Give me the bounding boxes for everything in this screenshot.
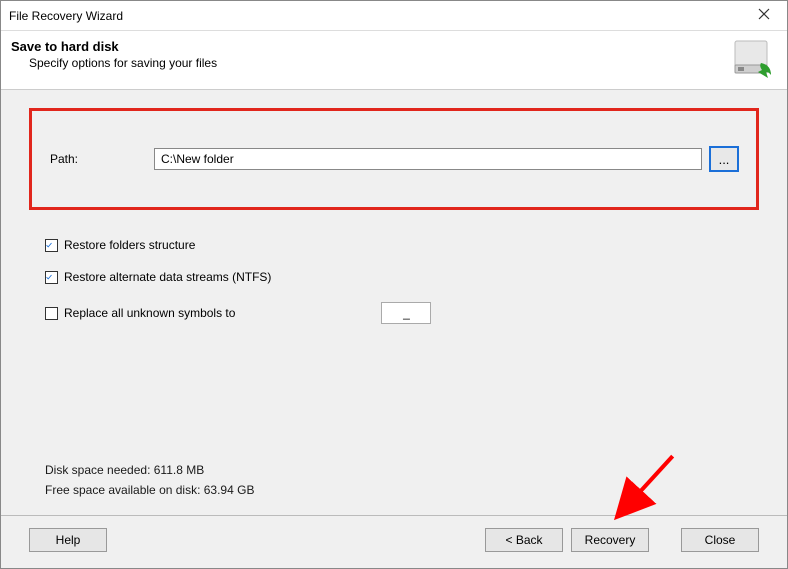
path-label: Path: (50, 152, 146, 166)
restore-folders-label: Restore folders structure (64, 238, 195, 252)
button-bar: Help < Back Recovery Close (29, 528, 759, 558)
replace-symbols-row: Replace all unknown symbols to (45, 302, 759, 324)
close-icon (758, 8, 770, 23)
replace-symbols-input[interactable] (381, 302, 431, 324)
restore-ads-row: Restore alternate data streams (NTFS) (45, 270, 759, 284)
separator (1, 515, 787, 516)
restore-ads-label: Restore alternate data streams (NTFS) (64, 270, 271, 284)
browse-button[interactable]: ... (710, 147, 738, 171)
path-input[interactable] (154, 148, 702, 170)
back-button[interactable]: < Back (485, 528, 563, 552)
disk-space-needed: Disk space needed: 611.8 MB (45, 463, 759, 477)
page-heading: Save to hard disk (11, 39, 217, 54)
disk-info: Disk space needed: 611.8 MB Free space a… (45, 463, 759, 503)
hard-disk-icon (729, 37, 777, 81)
restore-folders-checkbox[interactable] (45, 239, 58, 252)
replace-symbols-label: Replace all unknown symbols to (64, 306, 235, 320)
disk-space-free: Free space available on disk: 63.94 GB (45, 483, 759, 497)
titlebar: File Recovery Wizard (1, 1, 787, 31)
help-button[interactable]: Help (29, 528, 107, 552)
page-subheading: Specify options for saving your files (29, 56, 217, 70)
window-title: File Recovery Wizard (9, 9, 123, 23)
wizard-window: File Recovery Wizard Save to hard disk S… (0, 0, 788, 569)
options-group: Restore folders structure Restore altern… (45, 238, 759, 324)
ellipsis-icon: ... (719, 152, 730, 167)
close-button[interactable]: Close (681, 528, 759, 552)
recovery-button[interactable]: Recovery (571, 528, 649, 552)
window-close-button[interactable] (741, 1, 787, 31)
restore-folders-row: Restore folders structure (45, 238, 759, 252)
path-section: Path: ... (29, 108, 759, 210)
replace-symbols-checkbox[interactable] (45, 307, 58, 320)
wizard-header: Save to hard disk Specify options for sa… (1, 31, 787, 90)
content-area: Path: ... Restore folders structure Rest… (1, 90, 787, 568)
restore-ads-checkbox[interactable] (45, 271, 58, 284)
